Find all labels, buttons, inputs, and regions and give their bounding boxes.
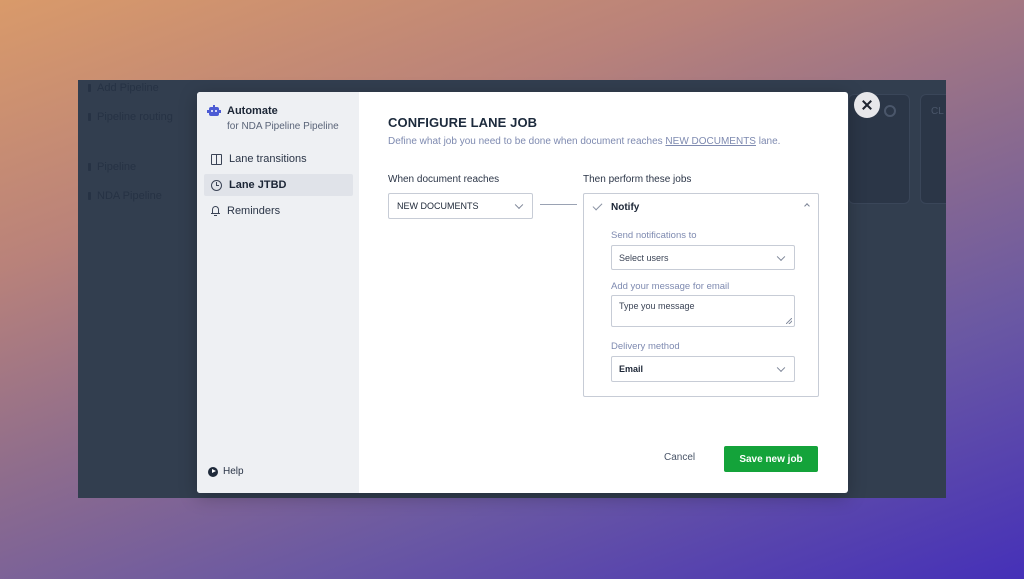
bg-nav-item-pipeline-routing: Pipeline routing: [88, 111, 173, 123]
when-label: When document reaches: [388, 174, 500, 185]
help-link[interactable]: Help: [208, 466, 244, 477]
help-label: Help: [223, 466, 244, 477]
resize-handle-icon[interactable]: [786, 318, 792, 324]
message-label: Add your message for email: [611, 281, 730, 292]
job-card-notify: Notify Send notifications to Select user…: [583, 193, 819, 397]
chevron-down-icon: [776, 363, 786, 373]
cancel-button[interactable]: Cancel: [664, 452, 695, 463]
bg-nav-item-nda-pipeline: NDA Pipeline: [88, 190, 162, 202]
select-users-dropdown[interactable]: Select users: [611, 245, 795, 270]
sidebar-item-label: Lane JTBD: [229, 179, 287, 191]
sidebar-title: Automate: [227, 105, 278, 117]
sidebar-item-lane-jtbd[interactable]: Lane JTBD: [204, 174, 353, 196]
configure-lane-job-modal: Automate for NDA Pipeline Pipeline Lane …: [197, 92, 848, 493]
job-header[interactable]: Notify: [584, 194, 818, 219]
split-view-icon: [211, 153, 222, 165]
bg-settings-icon: [884, 105, 896, 117]
alarm-clock-icon: [211, 179, 222, 191]
sidebar-item-label: Lane transitions: [229, 153, 307, 165]
job-title: Notify: [611, 202, 640, 213]
save-new-job-button[interactable]: Save new job: [724, 446, 818, 472]
sidebar-header: Automate for NDA Pipeline Pipeline: [207, 105, 339, 132]
page-title: CONFIGURE LANE JOB: [388, 115, 538, 130]
chevron-up-icon[interactable]: [804, 203, 810, 209]
chevron-down-icon: [514, 200, 524, 210]
bg-card-label: CL: [931, 106, 944, 117]
notify-label: Send notifications to: [611, 230, 697, 241]
close-icon: [862, 100, 872, 110]
modal-main: CONFIGURE LANE JOB Define what job you n…: [359, 92, 848, 493]
bell-icon: [211, 206, 220, 217]
delivery-label: Delivery method: [611, 341, 680, 352]
lane-link[interactable]: NEW DOCUMENTS: [665, 136, 756, 147]
modal-sidebar: Automate for NDA Pipeline Pipeline Lane …: [197, 92, 359, 493]
lane-select[interactable]: NEW DOCUMENTS: [388, 193, 533, 219]
page-description: Define what job you need to be done when…: [388, 136, 781, 147]
connector-line: [540, 204, 577, 205]
close-modal-button[interactable]: [854, 92, 880, 118]
bg-nav-item-add-pipeline: Add Pipeline: [88, 82, 159, 94]
robot-icon: [207, 105, 221, 117]
bg-nav-item-pipeline: Pipeline: [88, 161, 136, 173]
sidebar-item-label: Reminders: [227, 205, 281, 217]
sidebar-subtitle: for NDA Pipeline Pipeline: [227, 121, 339, 132]
check-icon: [592, 200, 603, 211]
then-label: Then perform these jobs: [583, 174, 692, 185]
play-circle-icon: [208, 466, 218, 477]
chevron-down-icon: [776, 252, 786, 261]
email-message-textarea[interactable]: Type you message: [611, 295, 795, 327]
sidebar-item-lane-transitions[interactable]: Lane transitions: [204, 148, 353, 170]
delivery-method-select[interactable]: Email: [611, 356, 795, 382]
sidebar-item-reminders[interactable]: Reminders: [204, 200, 353, 222]
